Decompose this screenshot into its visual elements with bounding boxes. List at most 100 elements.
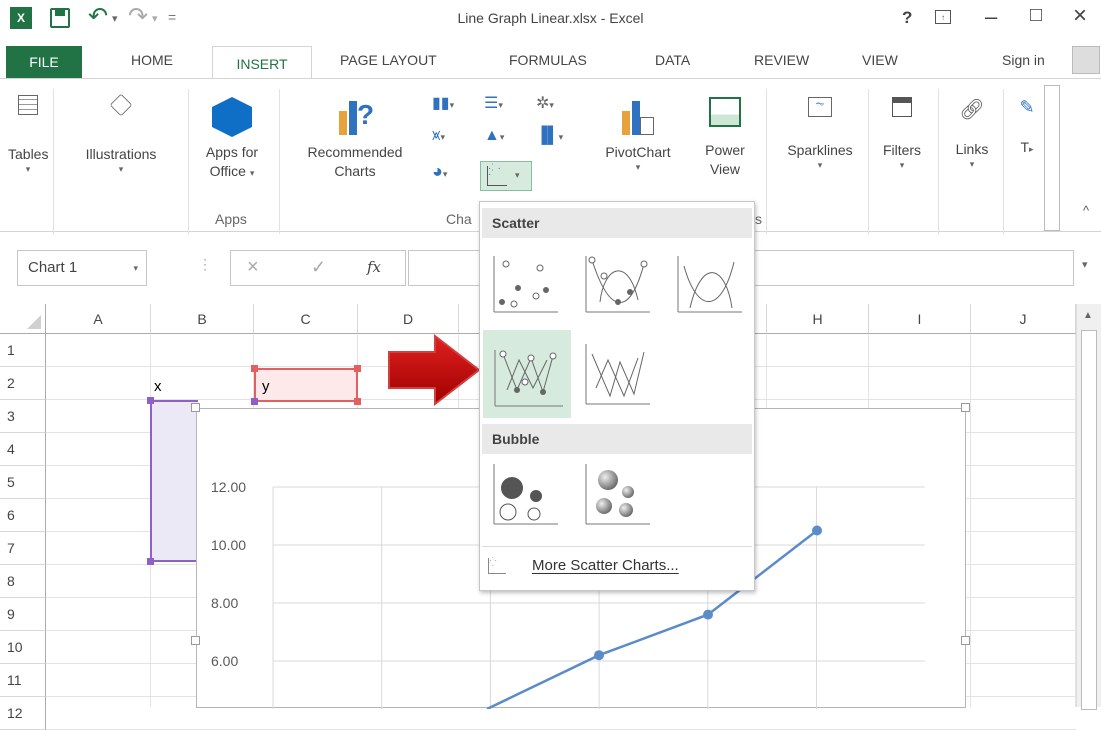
data-point (703, 609, 713, 620)
pivotchart-button[interactable]: PivotChart ▾ (593, 97, 683, 207)
avatar[interactable] (1072, 46, 1100, 74)
close-button[interactable]: × (1073, 2, 1087, 30)
row-header-5[interactable]: 5 (0, 466, 46, 499)
cell-c2-highlight[interactable]: y (254, 368, 358, 402)
range-handle[interactable] (354, 398, 361, 405)
scatter-straight-lines-option[interactable] (580, 338, 652, 410)
name-box[interactable]: Chart 1 ▾ (17, 250, 147, 286)
apps-label-line2: Office (209, 163, 246, 179)
more-scatter-charts-label: More Scatter Charts... (532, 557, 679, 574)
sign-in-link[interactable]: Sign in (1002, 52, 1045, 68)
vertical-scrollbar[interactable]: ▲ (1076, 304, 1101, 710)
pivotchart-label: PivotChart (605, 144, 671, 160)
tables-label: Tables (8, 146, 49, 162)
hyperlink-icon: 🔗︎ (959, 99, 985, 121)
column-header-h[interactable]: H (767, 304, 869, 334)
bar-chart-icon[interactable]: ☰▾ (484, 93, 518, 115)
tab-view[interactable]: VIEW (862, 52, 898, 68)
tab-formulas[interactable]: FORMULAS (509, 52, 587, 68)
stock-chart-icon[interactable]: ⩙▾ (432, 127, 466, 149)
radar-chart-icon[interactable]: ✲▾ (536, 93, 570, 115)
help-button[interactable]: ? (902, 8, 912, 28)
area-chart-icon[interactable]: ▲▾ (484, 127, 518, 149)
select-all-corner[interactable] (0, 304, 46, 334)
tab-insert[interactable]: INSERT (212, 46, 312, 80)
enter-icon[interactable]: ✓ (311, 257, 326, 278)
row-header-6[interactable]: 6 (0, 499, 46, 532)
tables-button[interactable]: Tables ▾ (8, 95, 48, 205)
range-handle[interactable] (147, 397, 154, 404)
column-header-c[interactable]: C (254, 304, 358, 334)
row-header-3[interactable]: 3 (0, 400, 46, 433)
row-header-2[interactable]: 2 (0, 367, 46, 400)
row-header-9[interactable]: 9 (0, 598, 46, 631)
3d-bubble-option[interactable] (580, 458, 652, 530)
scatter-smooth-lines-option[interactable] (672, 246, 744, 318)
chart-handle[interactable] (961, 403, 970, 412)
recommended-charts-icon: ? (335, 97, 375, 137)
tab-review[interactable]: REVIEW (754, 52, 809, 68)
row-header-12[interactable]: 12 (0, 697, 46, 730)
illustrations-button[interactable]: Illustrations ▾ (56, 93, 186, 205)
cancel-icon[interactable]: × (247, 256, 259, 279)
column-header-b[interactable]: B (151, 304, 254, 334)
ribbon-display-options-icon[interactable]: ↑ (935, 10, 951, 24)
tab-file[interactable]: FILE (6, 46, 82, 78)
cell-c2: y (262, 378, 270, 395)
more-scatter-charts-option[interactable]: ·˙· ˙· More Scatter Charts... (484, 552, 750, 582)
formula-bar-grip[interactable]: ⋮ (198, 256, 212, 273)
range-handle[interactable] (251, 398, 258, 405)
scatter-markers-option[interactable] (488, 246, 560, 318)
power-view-icon (709, 97, 741, 127)
tab-home[interactable]: HOME (131, 52, 173, 68)
maximize-button[interactable]: □ (1030, 4, 1042, 27)
row-header-11[interactable]: 11 (0, 664, 46, 697)
column-header-d[interactable]: D (358, 304, 459, 334)
range-handle[interactable] (354, 365, 361, 372)
links-label: Links (955, 141, 989, 157)
text-button[interactable]: ✎ T▸ (1010, 97, 1044, 207)
formula-buttons: × ✓ fx (230, 250, 406, 286)
power-view-button[interactable]: Power View (692, 97, 758, 207)
scatter-smooth-lines-markers-option[interactable] (580, 246, 652, 318)
bubble-option[interactable] (488, 458, 560, 530)
red-arrow-annotation (388, 333, 481, 407)
chart-handle[interactable] (961, 636, 970, 645)
apps-for-office-button[interactable]: Apps for Office ▾ (192, 97, 272, 207)
row-header-10[interactable]: 10 (0, 631, 46, 664)
links-button[interactable]: 🔗︎ Links ▾ (945, 97, 999, 207)
expand-formula-bar-icon[interactable]: ▾ (1082, 258, 1088, 271)
column-header-i[interactable]: I (869, 304, 971, 334)
collapse-ribbon-button[interactable]: ^ (1083, 203, 1089, 218)
combo-chart-icon[interactable]: ▐▌▾ (536, 127, 570, 149)
column-header-j[interactable]: J (971, 304, 1076, 334)
scatter-chart-button[interactable]: ·˙ · ·˙ ▾ (480, 161, 532, 191)
cell-b2[interactable]: x (154, 378, 162, 395)
chart-handle[interactable] (191, 636, 200, 645)
text-label: T (1020, 139, 1030, 155)
chart-handle[interactable] (191, 403, 200, 412)
column-header-a[interactable]: A (46, 304, 151, 334)
range-handle[interactable] (251, 365, 258, 372)
pie-chart-icon[interactable]: ◕▾ (432, 161, 466, 183)
insert-function-icon[interactable]: fx (367, 258, 381, 276)
row-header-8[interactable]: 8 (0, 565, 46, 598)
apps-group-label: Apps (215, 211, 247, 227)
tab-page-layout[interactable]: PAGE LAYOUT (340, 52, 437, 68)
row-header-7[interactable]: 7 (0, 532, 46, 565)
scroll-thumb[interactable] (1081, 330, 1097, 710)
sparklines-button[interactable]: ⏦ Sparklines ▾ (772, 97, 868, 207)
row-header-4[interactable]: 4 (0, 433, 46, 466)
filters-button[interactable]: Filters ▾ (872, 97, 932, 207)
row-header-1[interactable]: 1 (0, 334, 46, 367)
scatter-straight-lines-markers-option[interactable] (483, 330, 571, 418)
minimize-button[interactable]: – (985, 4, 997, 30)
range-handle[interactable] (147, 558, 154, 565)
recommended-charts-button[interactable]: ? Recommended Charts (286, 97, 424, 207)
column-chart-icon[interactable]: ▮▮▾ (432, 93, 466, 115)
tab-data[interactable]: DATA (655, 52, 690, 68)
ribbon-scroll-right[interactable] (1044, 85, 1060, 231)
recommended-label-line2: Charts (334, 163, 376, 179)
scroll-up-arrow[interactable]: ▲ (1083, 310, 1093, 321)
y-tick-label: 6.00 (211, 653, 238, 669)
